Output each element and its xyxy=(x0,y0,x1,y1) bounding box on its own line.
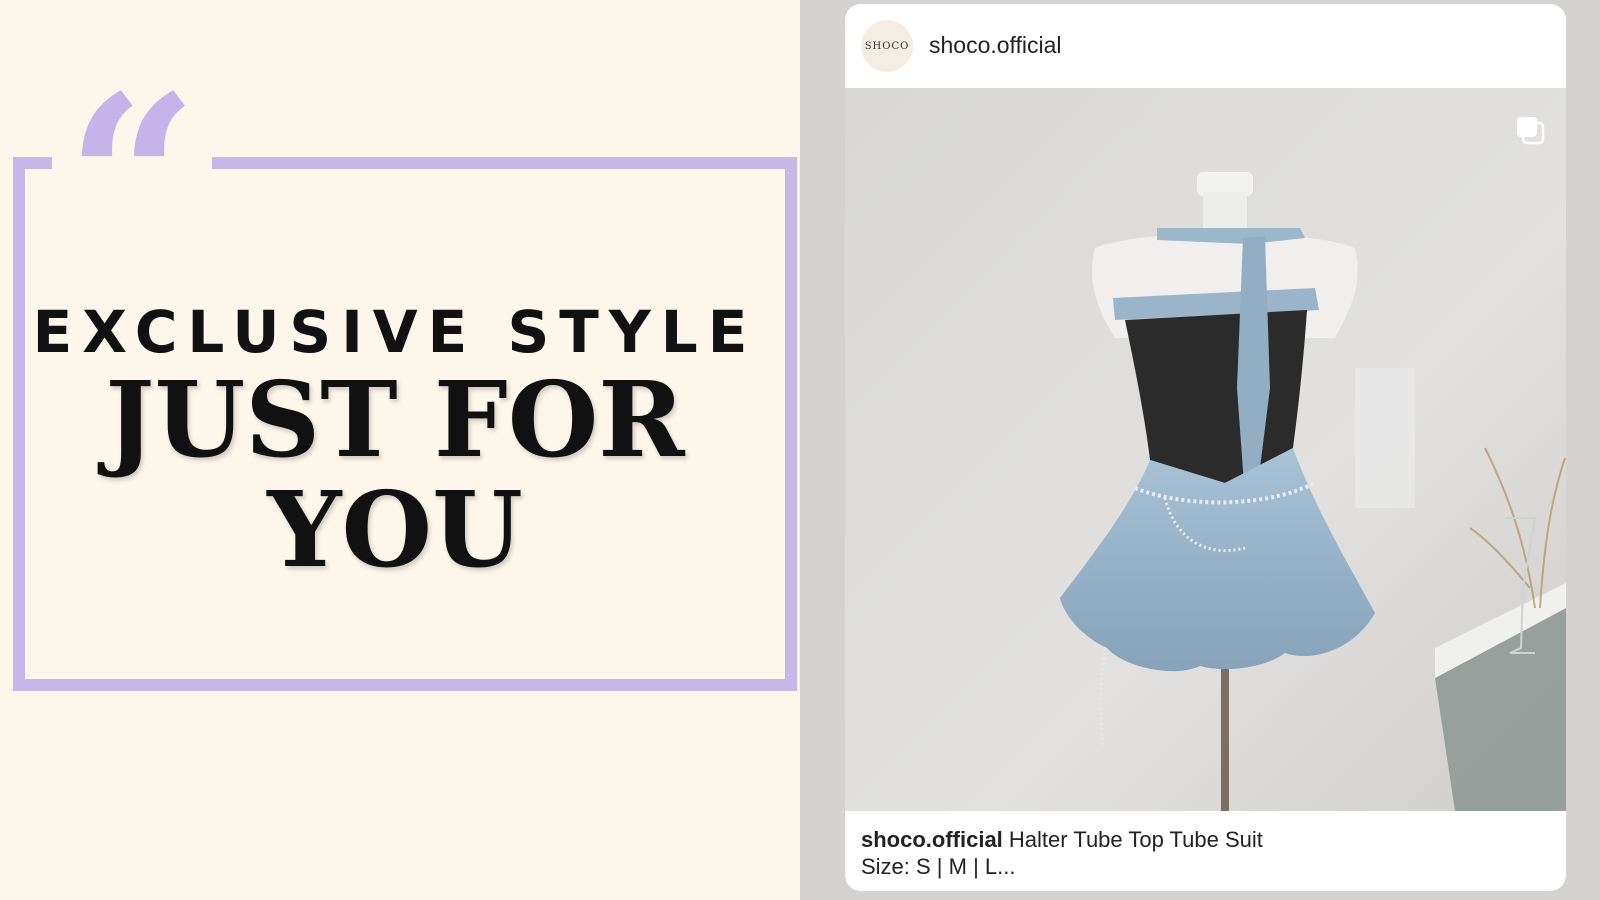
post-card: SHOCO shoco.official shoco.official Halt… xyxy=(845,4,1566,891)
post-username[interactable]: shoco.official xyxy=(929,32,1062,59)
product-photo xyxy=(845,88,1566,811)
avatar-logo-text: SHOCO xyxy=(864,40,910,52)
post-header: SHOCO shoco.official xyxy=(845,4,1566,88)
multi-photo-glyph xyxy=(1517,117,1545,145)
caption-text: Halter Tube Top Tube Suit xyxy=(1008,827,1263,852)
promo-title-line1: JUST FOR xyxy=(105,358,685,481)
quote-mark-icon: “ xyxy=(66,46,199,316)
post-image[interactable] xyxy=(845,88,1566,811)
promo-panel: “ EXCLUSIVE STYLE JUST FOR YOU xyxy=(0,0,800,900)
caption-size-line: Size: S | M | L... xyxy=(861,854,1016,879)
avatar[interactable]: SHOCO xyxy=(861,20,913,72)
multiple-images-icon[interactable] xyxy=(1514,114,1546,146)
caption-username[interactable]: shoco.official xyxy=(861,827,1003,852)
page-canvas: “ EXCLUSIVE STYLE JUST FOR YOU SHOCO sho… xyxy=(0,0,1600,900)
promo-headline: EXCLUSIVE STYLE xyxy=(32,298,758,366)
post-caption: shoco.official Halter Tube Top Tube Suit… xyxy=(861,826,1551,880)
promo-title-line2: YOU xyxy=(267,468,523,591)
